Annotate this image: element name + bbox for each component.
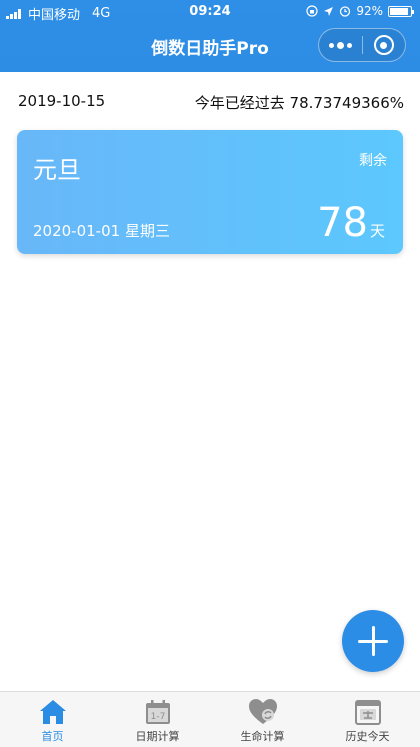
today-date: 2019-10-15 (18, 92, 106, 110)
plus-icon-vertical (371, 626, 375, 656)
more-dots-icon (328, 41, 352, 49)
event-name: 元旦 (33, 156, 81, 184)
days-number: 78 (317, 200, 368, 246)
battery-percent: 92% (356, 4, 383, 18)
app-header: 中国移动 4G 09:24 92% 倒数日助手Pro (0, 0, 420, 72)
home-icon (38, 697, 68, 727)
tab-date-calc[interactable]: 1-7 日期计算 (105, 692, 210, 747)
miniprogram-capsule (318, 28, 406, 62)
tab-date-calc-label: 日期计算 (135, 730, 180, 743)
days-unit: 天 (369, 222, 385, 240)
alarm-icon (340, 6, 351, 17)
tab-home[interactable]: 首页 (0, 692, 105, 747)
days-remaining: 78 天 (317, 200, 385, 246)
tab-history-today-label: 历史今天 (345, 730, 390, 743)
tab-history-today[interactable]: 历史今天 (315, 692, 420, 747)
event-date: 2020-01-01 星期三 (33, 222, 170, 240)
close-miniprogram-button[interactable] (362, 29, 405, 61)
add-event-button[interactable] (342, 610, 404, 672)
status-right: 92% (306, 4, 414, 18)
remain-label: 剩余 (359, 153, 387, 169)
event-card[interactable]: 元旦 剩余 2020-01-01 星期三 78 天 (17, 130, 403, 254)
status-bar: 中国移动 4G 09:24 92% (0, 0, 420, 24)
tab-bar: 首页 1-7 日期计算 生命计算 历史今天 (0, 691, 420, 747)
year-progress: 今年已经过去 78.73749366% (194, 94, 404, 112)
orientation-lock-icon (306, 5, 318, 17)
calendar-icon: 1-7 (143, 697, 173, 727)
svg-text:1-7: 1-7 (150, 712, 165, 722)
battery-icon (388, 5, 414, 17)
tab-home-label: 首页 (41, 730, 64, 743)
history-today-icon (353, 697, 383, 727)
tab-life-calc[interactable]: 生命计算 (210, 692, 315, 747)
exit-target-icon (373, 35, 394, 55)
location-icon (324, 6, 334, 16)
more-button[interactable] (319, 29, 362, 61)
heart-refresh-icon (248, 697, 278, 727)
tab-life-calc-label: 生命计算 (240, 730, 285, 743)
